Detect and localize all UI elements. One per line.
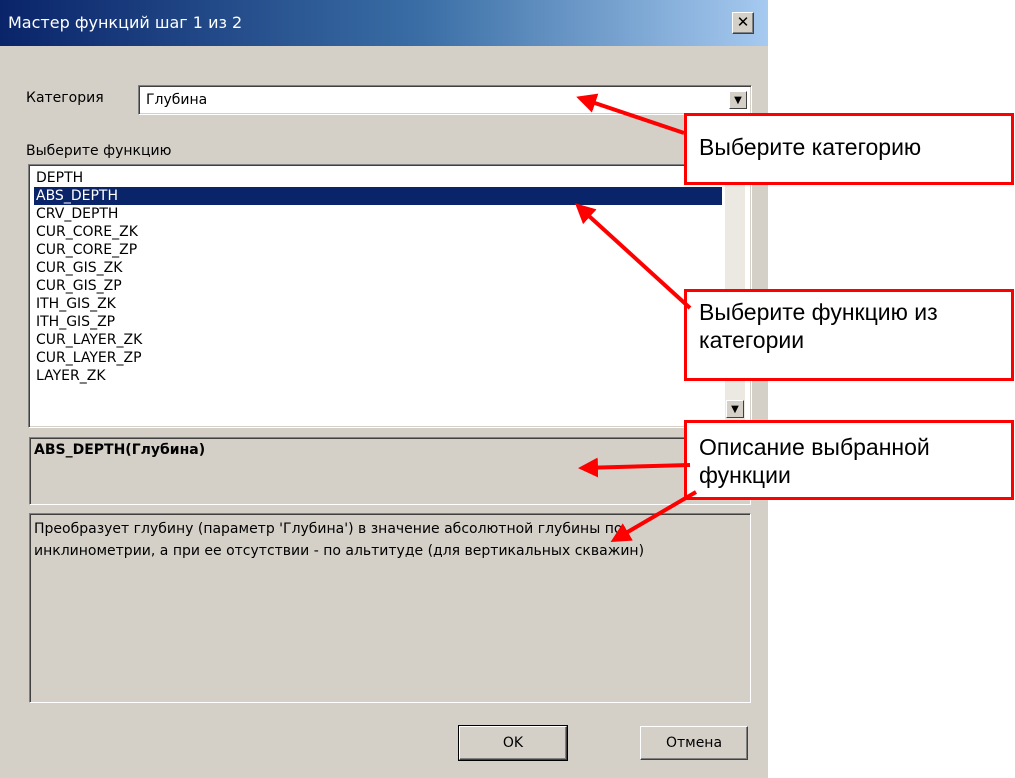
function-list-item[interactable]: CUR_GIS_ZK — [34, 259, 722, 277]
function-wizard-dialog: Мастер функций шаг 1 из 2 ✕ Категория Гл… — [0, 0, 768, 778]
function-description-panel: Преобразует глубину (параметр 'Глубина')… — [29, 513, 751, 703]
function-list-item[interactable]: DEPTH — [34, 169, 722, 187]
cancel-button[interactable]: Отмена — [640, 726, 748, 760]
function-description: Преобразует глубину (параметр 'Глубина')… — [34, 521, 645, 559]
category-value: Глубина — [146, 92, 208, 108]
function-list-item[interactable]: CUR_CORE_ZP — [34, 241, 722, 259]
close-icon: ✕ — [736, 13, 750, 31]
function-list-item[interactable]: CUR_CORE_ZK — [34, 223, 722, 241]
scroll-down-icon: ▼ — [731, 404, 739, 415]
function-signature: ABS_DEPTH(Глубина) — [34, 442, 206, 458]
function-list-item[interactable]: ITH_GIS_ZP — [34, 313, 722, 331]
function-list-item[interactable]: CUR_LAYER_ZP — [34, 349, 722, 367]
category-combobox[interactable]: Глубина ▼ — [138, 85, 752, 115]
function-list-label: Выберите функцию — [26, 143, 172, 159]
callout-function: Выберите функцию из категории — [684, 289, 1014, 381]
function-list-item[interactable]: CUR_LAYER_ZK — [34, 331, 722, 349]
function-list-item[interactable]: CRV_DEPTH — [34, 205, 722, 223]
window-title: Мастер функций шаг 1 из 2 — [8, 13, 243, 32]
function-listbox[interactable]: DEPTH ABS_DEPTH CRV_DEPTH CUR_CORE_ZK CUR_CO… — [28, 164, 752, 428]
dropdown-arrow-icon: ▼ — [734, 95, 742, 106]
function-list-item[interactable]: LAYER_ZK — [34, 367, 722, 385]
close-button[interactable]: ✕ — [732, 12, 754, 34]
function-list-items: DEPTH ABS_DEPTH CRV_DEPTH CUR_CORE_ZK CUR_CO… — [31, 167, 723, 421]
category-label: Категория — [26, 90, 104, 106]
title-bar[interactable]: Мастер функций шаг 1 из 2 ✕ — [0, 0, 768, 46]
callout-category: Выберите категорию — [684, 113, 1014, 185]
ok-button[interactable]: OK — [458, 725, 568, 761]
scroll-down-button[interactable]: ▼ — [726, 400, 744, 418]
category-dropdown-button[interactable]: ▼ — [729, 91, 747, 109]
function-list-item[interactable]: CUR_GIS_ZP — [34, 277, 722, 295]
function-list-item[interactable]: ITH_GIS_ZK — [34, 295, 722, 313]
function-signature-panel: ABS_DEPTH(Глубина) — [29, 437, 751, 505]
callout-description: Описание выбранной функции — [684, 420, 1014, 500]
function-list-item[interactable]: ABS_DEPTH — [34, 187, 722, 205]
